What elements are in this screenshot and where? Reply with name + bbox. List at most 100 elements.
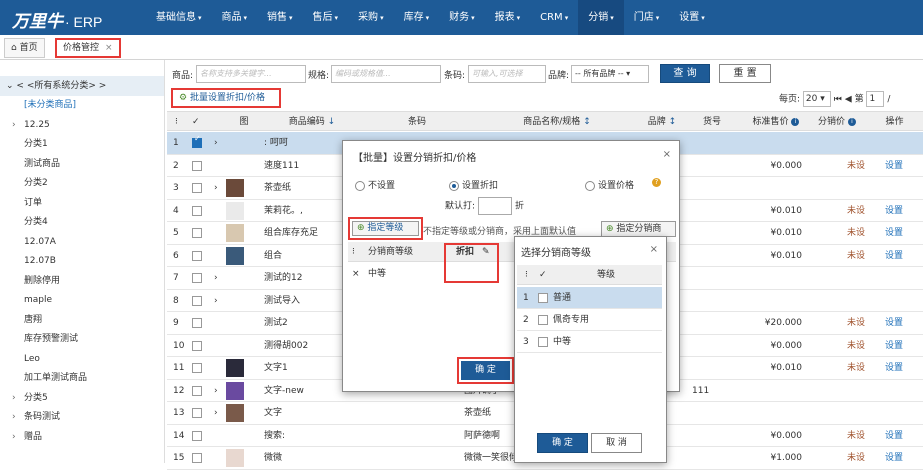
set-button[interactable] — [885, 402, 910, 424]
set-button[interactable] — [885, 290, 910, 312]
per-page-select[interactable]: 20 ▾ — [802, 91, 831, 107]
expand-icon[interactable]: › — [214, 267, 224, 289]
page-input[interactable]: 1 — [866, 91, 885, 107]
sidebar-category-item[interactable]: 12.07B — [0, 252, 164, 272]
row-checkbox[interactable] — [192, 228, 202, 238]
set-button[interactable] — [885, 132, 910, 154]
brand-select[interactable]: -- 所有品牌 -- ▾ — [571, 65, 649, 83]
nav-item[interactable]: 报表 ▾ — [485, 0, 531, 35]
set-button[interactable]: 设置 — [885, 425, 910, 447]
sidebar-category-item[interactable]: [未分类商品] — [0, 96, 164, 116]
row-checkbox[interactable] — [192, 363, 202, 373]
level-row[interactable]: 1 普通 — [517, 287, 662, 309]
reset-button[interactable]: 重 置 — [719, 64, 771, 83]
dialog-ok-button[interactable]: 确 定 — [461, 361, 510, 380]
sidebar-category-item[interactable]: › 分类5 — [0, 389, 164, 409]
sidebar-category-item[interactable]: 库存预警测试 — [0, 330, 164, 350]
row-checkbox[interactable] — [192, 160, 202, 171]
sidebar-category-item[interactable]: 分类1 — [0, 135, 164, 155]
row-checkbox[interactable] — [192, 250, 202, 261]
level-ok-button[interactable]: 确 定 — [537, 433, 588, 453]
sidebar-category-item[interactable]: 加工单测试商品 — [0, 369, 164, 389]
sidebar-category-item[interactable]: maple — [0, 291, 164, 311]
expand-icon[interactable]: › — [214, 177, 224, 199]
set-button[interactable]: 设置 — [885, 312, 910, 334]
set-button[interactable] — [885, 177, 910, 199]
nav-item[interactable]: 采购 ▾ — [348, 0, 394, 35]
sidebar-category-item[interactable]: › 12.25 — [0, 116, 164, 136]
row-checkbox[interactable] — [192, 273, 202, 283]
row-checkbox[interactable] — [192, 408, 202, 418]
nav-item[interactable]: 商品 ▾ — [212, 0, 258, 35]
level-checkbox[interactable] — [538, 337, 548, 347]
set-button[interactable]: 设置 — [885, 357, 910, 379]
close-icon[interactable]: × — [663, 149, 671, 160]
prev-page-icon[interactable]: ◀ — [845, 95, 852, 105]
sidebar-category-item[interactable]: Leo — [0, 350, 164, 370]
nav-item[interactable]: 库存 ▾ — [394, 0, 440, 35]
nav-item[interactable]: 门店 ▾ — [624, 0, 670, 35]
set-button[interactable]: 设置 — [885, 200, 910, 222]
nav-item[interactable]: 售后 ▾ — [303, 0, 349, 35]
col-code[interactable]: 商品编码 ↓ — [267, 112, 357, 132]
set-button[interactable]: 设置 — [885, 155, 910, 177]
set-button[interactable]: 设置 — [885, 245, 910, 267]
level-checkbox[interactable] — [538, 293, 548, 303]
close-icon[interactable]: × — [650, 244, 658, 255]
product-search-input[interactable]: 名称支持多关键字... — [196, 65, 306, 83]
expand-icon[interactable]: › — [214, 380, 224, 402]
radio-set-price[interactable]: 设置价格 — [585, 178, 634, 191]
help-icon[interactable]: ? — [652, 178, 661, 187]
menu-icon[interactable]: ⁝ — [175, 112, 178, 132]
set-button[interactable]: 设置 — [885, 447, 910, 469]
col-brand[interactable]: 品牌 ↕ — [637, 112, 687, 132]
row-checkbox[interactable] — [192, 134, 202, 148]
set-button[interactable]: 设置 — [885, 335, 910, 357]
row-checkbox[interactable] — [192, 385, 202, 396]
set-button[interactable]: 设置 — [885, 222, 910, 244]
expand-icon[interactable]: › — [214, 132, 224, 154]
search-button[interactable]: 查 询 — [660, 64, 710, 83]
sidebar-category-item[interactable]: 订单 — [0, 194, 164, 214]
level-row[interactable]: 2 佩奇专用 — [517, 309, 662, 331]
row-checkbox[interactable] — [192, 183, 202, 193]
discount-column-highlight[interactable] — [444, 243, 499, 283]
nav-item[interactable]: 财务 ▾ — [439, 0, 485, 35]
assign-level-button[interactable]: ⊕ 指定等级 — [352, 221, 419, 236]
tab-price-control[interactable]: 价格管控 × — [55, 38, 121, 58]
nav-item[interactable]: 分销 ▾ — [578, 0, 624, 35]
sidebar-category-item[interactable]: 分类4 — [0, 213, 164, 233]
barcode-input[interactable]: 可输入,可选择 — [468, 65, 546, 83]
row-checkbox[interactable] — [192, 430, 202, 441]
sidebar-category-item[interactable]: › 条码测试 — [0, 408, 164, 428]
nav-item[interactable]: CRM ▾ — [530, 0, 578, 35]
default-discount-input[interactable] — [478, 197, 513, 215]
sidebar-category-item[interactable]: 唐翔 — [0, 311, 164, 331]
row-checkbox[interactable] — [192, 340, 202, 351]
radio-set-discount[interactable]: 设置折扣 — [449, 178, 498, 191]
check-icon[interactable]: ✓ — [539, 265, 547, 285]
sidebar-category-item[interactable]: 12.07A — [0, 233, 164, 253]
sidebar-category-item[interactable]: 删除停用 — [0, 272, 164, 292]
row-checkbox[interactable] — [192, 318, 202, 328]
col-name[interactable]: 商品名称/规格 ↕ — [467, 112, 647, 132]
check-icon[interactable]: ✓ — [192, 112, 200, 132]
expand-icon[interactable]: › — [214, 290, 224, 312]
sidebar-category-item[interactable]: › 赠品 — [0, 428, 164, 448]
delete-icon[interactable]: × — [352, 264, 360, 284]
nav-item[interactable]: 销售 ▾ — [257, 0, 303, 35]
row-checkbox[interactable] — [192, 205, 202, 216]
tree-root[interactable]: ⌄ < <所有系统分类> > — [0, 76, 164, 96]
sidebar-category-item[interactable]: 测试商品 — [0, 155, 164, 175]
tab-home[interactable]: ⌂ 首页 — [4, 38, 45, 58]
sidebar-category-item[interactable]: 分类2 — [0, 174, 164, 194]
level-checkbox[interactable] — [538, 315, 548, 325]
nav-item[interactable]: 设置 ▾ — [669, 0, 715, 35]
bulk-set-discount-button[interactable]: ⚙ 批量设置折扣/价格 — [171, 88, 281, 108]
set-button[interactable] — [885, 267, 910, 289]
close-icon[interactable]: × — [105, 43, 113, 53]
radio-no-setting[interactable]: 不设置 — [355, 178, 395, 191]
row-checkbox[interactable] — [192, 453, 202, 463]
first-page-icon[interactable]: ⏮ — [834, 95, 842, 105]
row-checkbox[interactable] — [192, 295, 202, 306]
